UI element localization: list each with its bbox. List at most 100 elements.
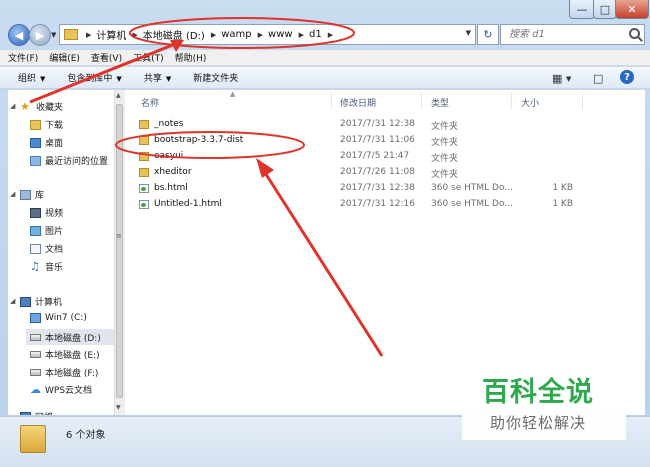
file-row[interactable]: easyui 2017/7/5 21:47 文件夹: [125, 149, 645, 165]
scroll-up-icon[interactable]: ▲: [116, 92, 121, 99]
share-button[interactable]: 共享 ▼: [144, 71, 171, 84]
folder-icon: [64, 29, 78, 40]
explorer-window: — □ ✕ ◀ ▶ ▼ ▶ 计算机 ▶ 本地磁盘 (D:) ▶ wamp ▶ w…: [0, 0, 650, 467]
file-name: _notes: [154, 119, 184, 129]
refresh-icon: ↻: [483, 28, 493, 41]
file-row[interactable]: Untitled-1.html 2017/7/31 12:16 360 se H…: [125, 197, 645, 213]
help-icon[interactable]: ?: [620, 70, 634, 84]
sidebar-item-music[interactable]: ♫ 音乐: [30, 260, 63, 274]
sidebar-label: 本地磁盘 (F:): [45, 369, 99, 379]
file-type: 文件夹: [431, 138, 459, 148]
column-modified[interactable]: 修改日期: [340, 96, 376, 109]
file-row[interactable]: xheditor 2017/7/26 11:08 文件夹: [125, 165, 645, 181]
document-library-icon: [30, 243, 41, 254]
column-divider[interactable]: [511, 92, 512, 110]
file-row[interactable]: bootstrap-3.3.7-dist 2017/7/31 11:06 文件夹: [125, 133, 645, 149]
sidebar-label: Win7 (C:): [45, 313, 87, 323]
file-type: 360 se HTML Do...: [431, 183, 513, 193]
search-icon[interactable]: [629, 28, 640, 39]
column-divider[interactable]: [421, 92, 422, 110]
collapse-arrow-icon[interactable]: ◢: [10, 190, 15, 198]
sidebar-computer[interactable]: 计算机: [20, 295, 62, 308]
file-name: easyui: [154, 151, 184, 161]
downloads-folder-icon: [30, 119, 41, 130]
file-size: 1 KB: [552, 199, 573, 209]
file-name-cell: bootstrap-3.3.7-dist: [139, 135, 243, 145]
breadcrumb-separator-icon[interactable]: ▶: [211, 31, 216, 39]
sidebar-item-recent-places[interactable]: 最近访问的位置: [30, 154, 108, 167]
maximize-button[interactable]: □: [593, 0, 617, 19]
breadcrumb-drive-d[interactable]: 本地磁盘 (D:): [143, 27, 205, 42]
file-row[interactable]: bs.html 2017/7/31 12:38 360 se HTML Do..…: [125, 181, 645, 197]
minimize-button[interactable]: —: [569, 0, 595, 19]
folder-icon: [20, 425, 46, 453]
address-bar[interactable]: ▶ 计算机 ▶ 本地磁盘 (D:) ▶ wamp ▶ www ▶ d1 ▶ ▼: [59, 24, 476, 45]
menu-help[interactable]: 帮助(H): [175, 51, 207, 64]
preview-pane-icon[interactable]: □: [593, 72, 603, 85]
file-type: 360 se HTML Do...: [431, 199, 513, 209]
organize-button[interactable]: 组织 ▼: [18, 71, 45, 84]
menu-bar: 文件(F) 编辑(E) 查看(V) 工具(T) 帮助(H): [0, 50, 650, 66]
search-input[interactable]: [507, 28, 621, 41]
search-box[interactable]: [500, 24, 645, 45]
sidebar-item-documents[interactable]: 文档: [30, 242, 63, 255]
sidebar-network[interactable]: 网络: [20, 410, 53, 415]
breadcrumb-computer[interactable]: 计算机: [96, 27, 126, 42]
menu-file[interactable]: 文件(F): [8, 51, 38, 64]
breadcrumb-www[interactable]: www: [268, 29, 293, 40]
menu-edit[interactable]: 编辑(E): [49, 51, 80, 64]
column-size[interactable]: 大小: [521, 96, 539, 109]
breadcrumb-separator-icon[interactable]: ▶: [258, 31, 263, 39]
arrow-left-icon: ◀: [14, 28, 24, 42]
close-button[interactable]: ✕: [615, 0, 649, 19]
navigation-scrollbar[interactable]: ▲ ≡ ▼: [114, 90, 125, 415]
scroll-down-icon[interactable]: ▼: [116, 404, 121, 411]
file-row[interactable]: _notes 2017/7/31 12:38 文件夹: [125, 117, 645, 133]
sidebar-favorites[interactable]: ★ 收藏夹: [20, 100, 63, 114]
column-name[interactable]: 名称: [141, 96, 159, 109]
column-type[interactable]: 类型: [431, 96, 449, 109]
include-in-library-button[interactable]: 包含到库中 ▼: [67, 71, 121, 84]
chevron-down-icon[interactable]: ▼: [566, 75, 571, 83]
column-divider[interactable]: [331, 92, 332, 110]
file-modified: 2017/7/31 12:16: [340, 199, 415, 209]
change-view-icon[interactable]: ▦: [552, 72, 562, 85]
collapse-arrow-icon[interactable]: ◢: [10, 102, 15, 110]
column-divider[interactable]: [582, 92, 583, 110]
sidebar-item-drive-e[interactable]: 本地磁盘 (E:): [30, 348, 100, 361]
sidebar-item-wps-cloud[interactable]: ☁ WPS云文档: [30, 383, 92, 397]
breadcrumb-separator-icon[interactable]: ▶: [86, 31, 91, 39]
sidebar-item-videos[interactable]: 视频: [30, 206, 63, 219]
scrollbar-thumb[interactable]: [116, 104, 123, 398]
include-in-library-label: 包含到库中: [67, 74, 113, 84]
forward-button[interactable]: ▶: [29, 24, 51, 46]
sidebar-item-desktop[interactable]: 桌面: [30, 136, 63, 149]
breadcrumb-separator-icon[interactable]: ▶: [299, 31, 304, 39]
refresh-button[interactable]: ↻: [477, 24, 499, 45]
watermark-title: 百科全说: [482, 377, 594, 408]
sidebar-item-drive-c[interactable]: Win7 (C:): [30, 313, 87, 323]
menu-view[interactable]: 查看(V): [91, 51, 122, 64]
new-folder-button[interactable]: 新建文件夹: [193, 71, 238, 84]
address-history-dropdown-icon[interactable]: ▼: [466, 29, 471, 37]
sidebar-item-pictures[interactable]: 图片: [30, 224, 63, 237]
sidebar-libraries[interactable]: 库: [20, 188, 44, 201]
sidebar-item-drive-f[interactable]: 本地磁盘 (F:): [30, 366, 98, 379]
hard-drive-icon: [30, 351, 41, 358]
breadcrumb-separator-icon[interactable]: ▶: [328, 31, 333, 39]
breadcrumb-d1[interactable]: d1: [309, 29, 322, 40]
grip-icon: ≡: [116, 232, 122, 240]
folder-icon: [139, 135, 149, 145]
file-modified: 2017/7/26 11:08: [340, 167, 415, 177]
breadcrumb-separator-icon[interactable]: ▶: [132, 31, 137, 39]
collapse-arrow-icon[interactable]: ◢: [10, 297, 15, 305]
sidebar-item-downloads[interactable]: 下载: [30, 118, 63, 131]
recent-pages-dropdown-icon[interactable]: ▼: [51, 31, 56, 39]
menu-tools[interactable]: 工具(T): [133, 51, 164, 64]
file-type: 文件夹: [431, 170, 459, 180]
column-headers: ▲ 名称 修改日期 类型 大小: [125, 90, 645, 112]
breadcrumb-wamp[interactable]: wamp: [221, 29, 251, 40]
sidebar-label: 文档: [45, 245, 64, 255]
sidebar-item-drive-d[interactable]: 本地磁盘 (D:): [26, 329, 114, 345]
back-button[interactable]: ◀: [8, 24, 30, 46]
